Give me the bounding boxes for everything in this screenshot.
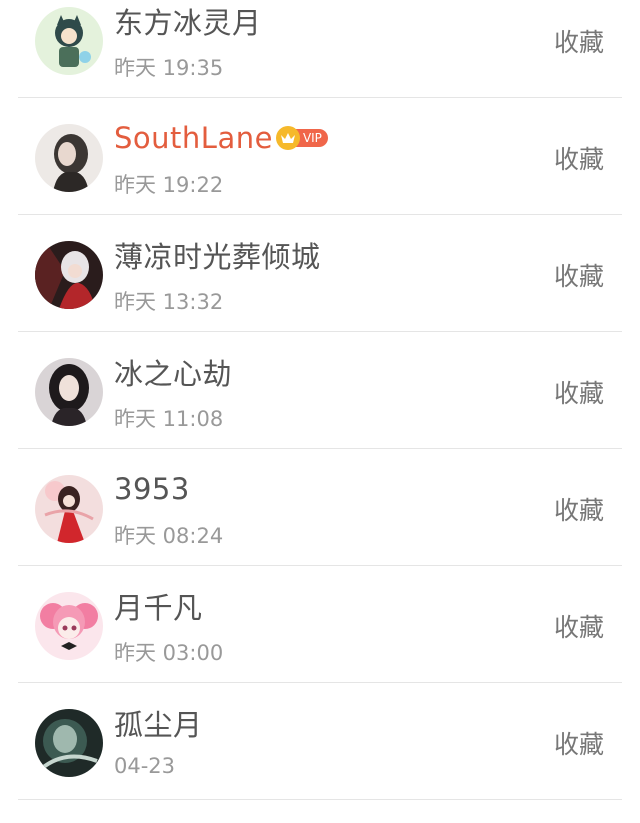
contact-name[interactable]: 月千凡 <box>114 585 203 627</box>
avatar[interactable] <box>35 124 103 192</box>
list-item[interactable]: 冰之心劫 昨天 11:08 收藏 <box>0 332 640 449</box>
avatar[interactable] <box>35 7 103 75</box>
favorite-button[interactable]: 收藏 <box>554 140 604 176</box>
list-item[interactable]: 月千凡 昨天 03:00 收藏 <box>0 566 640 683</box>
contact-name[interactable]: 3953 <box>114 472 190 506</box>
contact-name[interactable]: 东方冰灵月 <box>114 0 262 42</box>
favorite-button[interactable]: 收藏 <box>554 23 604 59</box>
avatar[interactable] <box>35 592 103 660</box>
crown-icon <box>275 126 300 150</box>
contact-name[interactable]: SouthLane <box>114 121 273 155</box>
favorite-button[interactable]: 收藏 <box>554 491 604 527</box>
contact-time: 昨天 19:35 <box>114 56 224 80</box>
contact-name[interactable]: 孤尘月 <box>114 702 203 744</box>
favorite-button[interactable]: 收藏 <box>554 374 604 410</box>
contact-list: 东方冰灵月 昨天 19:35 收藏 SouthLane VIP 昨天 19:22… <box>0 0 640 800</box>
contact-time: 昨天 19:22 <box>114 173 224 197</box>
contact-name[interactable]: 冰之心劫 <box>114 351 232 393</box>
contact-time: 04-23 <box>114 754 176 778</box>
list-item[interactable]: SouthLane VIP 昨天 19:22 收藏 <box>0 98 640 215</box>
avatar[interactable] <box>35 475 103 543</box>
list-item[interactable]: 孤尘月 04-23 收藏 <box>0 683 640 800</box>
favorite-button[interactable]: 收藏 <box>554 725 604 761</box>
contact-name[interactable]: 薄凉时光葬倾城 <box>114 234 321 276</box>
contact-time: 昨天 03:00 <box>114 641 224 665</box>
contact-time: 昨天 13:32 <box>114 290 224 314</box>
favorite-button[interactable]: 收藏 <box>554 257 604 293</box>
list-item[interactable]: 3953 昨天 08:24 收藏 <box>0 449 640 566</box>
contact-time: 昨天 11:08 <box>114 407 224 431</box>
list-item[interactable]: 薄凉时光葬倾城 昨天 13:32 收藏 <box>0 215 640 332</box>
avatar[interactable] <box>35 358 103 426</box>
favorite-button[interactable]: 收藏 <box>554 608 604 644</box>
contact-time: 昨天 08:24 <box>114 524 224 548</box>
avatar[interactable] <box>35 709 103 777</box>
list-item[interactable]: 东方冰灵月 昨天 19:35 收藏 <box>0 0 640 98</box>
avatar[interactable] <box>35 241 103 309</box>
